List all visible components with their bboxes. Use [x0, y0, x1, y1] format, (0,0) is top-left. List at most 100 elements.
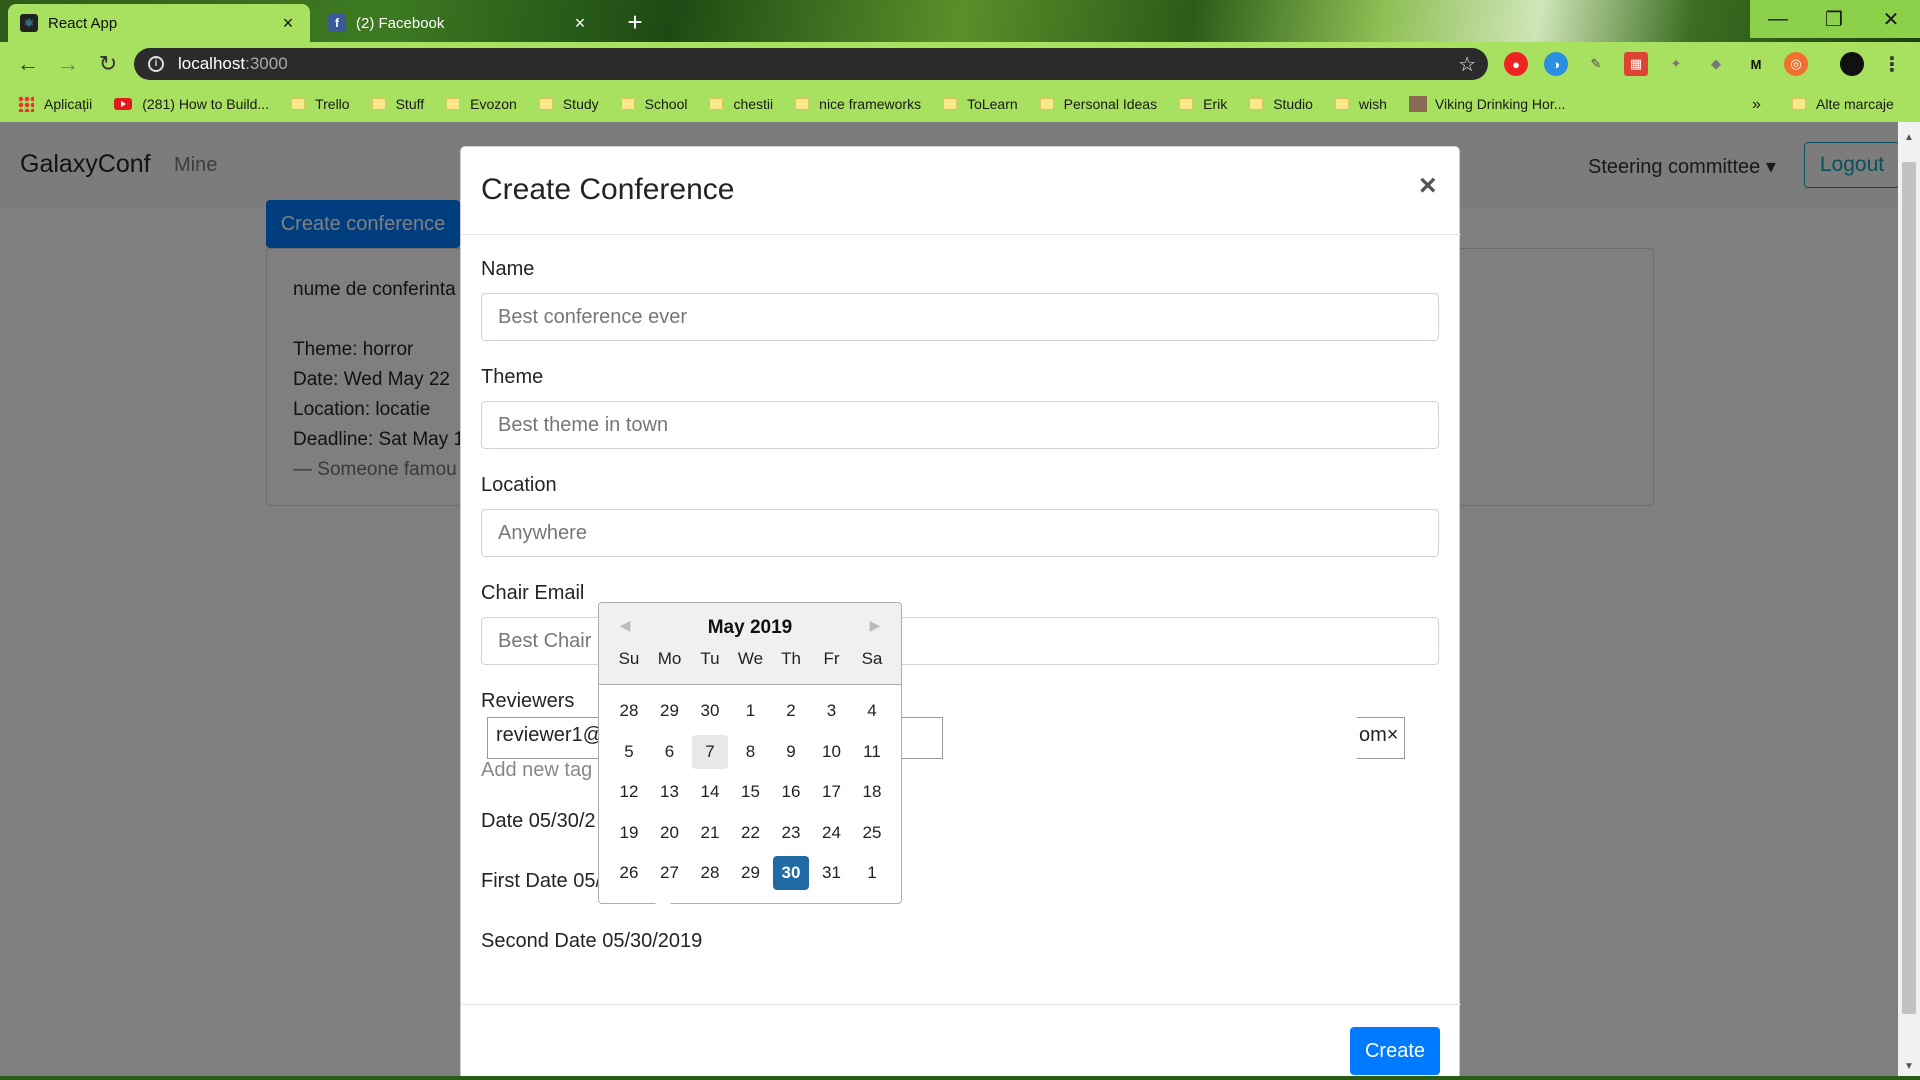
calendar-day[interactable]: 22: [733, 816, 769, 850]
extension-icon[interactable]: ✦: [1664, 52, 1688, 76]
calendar-day[interactable]: 8: [733, 735, 769, 769]
minimize-button[interactable]: —: [1750, 0, 1806, 38]
extension-m-icon[interactable]: M: [1744, 52, 1768, 76]
calendar-day[interactable]: 10: [814, 735, 850, 769]
selected-day[interactable]: 30: [773, 856, 809, 890]
profile-avatar[interactable]: [1840, 52, 1864, 76]
first-date-field[interactable]: First Date 05/: [481, 870, 601, 893]
scroll-up-icon[interactable]: ▲: [1898, 132, 1920, 143]
calendar-day[interactable]: 11: [854, 735, 890, 769]
address-bar[interactable]: i localhost:3000 ☆: [134, 48, 1488, 80]
bookmark-item[interactable]: nice frameworks: [795, 96, 921, 112]
calendar-day[interactable]: 4: [854, 694, 890, 728]
tab-close-icon[interactable]: ×: [278, 13, 298, 34]
weekday-header: Sa: [861, 649, 883, 668]
image-icon: [1408, 96, 1427, 112]
extension-icon[interactable]: ◎: [1784, 52, 1808, 76]
calendar-day[interactable]: 25: [854, 816, 890, 850]
calendar-day[interactable]: 7: [692, 734, 728, 769]
bookmark-label: nice frameworks: [819, 96, 922, 112]
calendar-day[interactable]: 15: [733, 775, 769, 809]
calendar-day[interactable]: 29: [733, 856, 769, 890]
create-submit-button[interactable]: Create: [1350, 1027, 1440, 1075]
calendar-day[interactable]: 13: [652, 775, 688, 809]
calendar-day[interactable]: 28: [692, 856, 728, 890]
bookmark-item[interactable]: Stuff: [371, 96, 424, 112]
next-month-icon[interactable]: ▶: [865, 615, 885, 635]
calendar-day[interactable]: 30: [692, 694, 728, 728]
calendar-day[interactable]: 28: [611, 694, 647, 728]
tab-facebook[interactable]: f (2) Facebook ×: [316, 4, 602, 42]
calendar-day[interactable]: 1: [733, 694, 769, 728]
close-window-button[interactable]: ✕: [1862, 0, 1920, 38]
bookmark-item[interactable]: ToLearn: [943, 96, 1018, 112]
add-tag-input[interactable]: Add new tag: [481, 759, 592, 782]
menu-kebab-icon[interactable]: ⋮: [1880, 52, 1904, 76]
tab-close-icon[interactable]: ×: [570, 13, 590, 34]
bookmark-star-icon[interactable]: ☆: [1458, 52, 1476, 77]
scrollbar-thumb[interactable]: [1902, 162, 1916, 1014]
location-input[interactable]: Anywhere: [481, 509, 1439, 557]
calendar-day[interactable]: 21: [692, 816, 728, 850]
bookmark-item[interactable]: wish: [1334, 96, 1387, 112]
calendar-day[interactable]: 27: [652, 856, 688, 890]
bookmark-item[interactable]: (281) How to Build...: [114, 96, 269, 112]
calendar-day[interactable]: 14: [692, 775, 728, 809]
new-tab-button[interactable]: +: [620, 8, 650, 38]
calendar-day[interactable]: 2: [773, 694, 809, 728]
calendar-day[interactable]: 20: [652, 816, 688, 850]
bookmark-item[interactable]: Studio: [1249, 96, 1313, 112]
calendar-day[interactable]: 19: [611, 816, 647, 850]
date-field[interactable]: Date 05/30/2: [481, 810, 596, 833]
bookmark-item[interactable]: Evozon: [446, 96, 517, 112]
bookmark-item[interactable]: Study: [538, 96, 599, 112]
tab-react-app[interactable]: ⚛ React App ×: [8, 4, 310, 42]
weekday-header: We: [737, 649, 764, 668]
restore-button[interactable]: ❐: [1806, 0, 1862, 38]
forward-icon[interactable]: →: [54, 50, 82, 78]
modal-close-button[interactable]: ×: [1419, 169, 1437, 203]
bookmark-item[interactable]: Viking Drinking Hor...: [1408, 96, 1565, 112]
bookmark-item[interactable]: Erik: [1179, 96, 1227, 112]
folder-icon: [795, 98, 810, 110]
reload-icon[interactable]: ↻: [94, 50, 122, 78]
calendar-day[interactable]: 29: [652, 694, 688, 728]
calendar-day[interactable]: 17: [814, 775, 850, 809]
calendar-day[interactable]: 18: [854, 775, 890, 809]
calendar-day[interactable]: 5: [611, 735, 647, 769]
bookmark-item[interactable]: chestii: [709, 96, 773, 112]
calendar-day[interactable]: 1: [854, 856, 890, 890]
calendar-day[interactable]: 26: [611, 856, 647, 890]
calendar-day[interactable]: 3: [814, 694, 850, 728]
bookmark-label: (281) How to Build...: [142, 96, 270, 112]
bookmarks-bar: Aplicații (281) How to Build... Trello Stuf…: [0, 86, 1920, 122]
theme-input[interactable]: Best theme in town: [481, 401, 1439, 449]
name-input[interactable]: Best conference ever: [481, 293, 1439, 341]
extension-icon[interactable]: ◆: [1704, 52, 1728, 76]
other-bookmarks[interactable]: Alte marcaje: [1792, 96, 1894, 112]
date-picker-caret: [655, 903, 671, 911]
extension-icon[interactable]: ▦: [1624, 52, 1648, 76]
more-bookmarks-button[interactable]: »: [1752, 96, 1761, 114]
page-scrollbar[interactable]: ▲ ▼: [1898, 122, 1920, 1080]
adblock-extension-icon[interactable]: ●: [1504, 52, 1528, 76]
scroll-down-icon[interactable]: ▼: [1898, 1061, 1920, 1072]
calendar-day[interactable]: 12: [611, 775, 647, 809]
eyedropper-extension-icon[interactable]: ✎: [1584, 52, 1608, 76]
calendar-day[interactable]: 31: [814, 856, 850, 890]
bookmark-label: Alte marcaje: [1816, 96, 1894, 112]
extension-icon[interactable]: ◑: [1544, 52, 1568, 76]
info-icon[interactable]: i: [148, 56, 164, 72]
bookmark-item[interactable]: Aplicații: [18, 96, 92, 112]
reviewer-tag-remove[interactable]: om×: [1357, 717, 1405, 759]
calendar-day[interactable]: 24: [814, 816, 850, 850]
bookmark-item[interactable]: Trello: [291, 96, 350, 112]
calendar-day[interactable]: 16: [773, 775, 809, 809]
calendar-day[interactable]: 6: [652, 735, 688, 769]
back-icon[interactable]: ←: [14, 50, 42, 78]
bookmark-item[interactable]: School: [620, 96, 687, 112]
second-date-field[interactable]: Second Date 05/30/2019: [481, 930, 702, 953]
calendar-day[interactable]: 9: [773, 735, 809, 769]
calendar-day[interactable]: 23: [773, 816, 809, 850]
bookmark-item[interactable]: Personal Ideas: [1039, 96, 1157, 112]
